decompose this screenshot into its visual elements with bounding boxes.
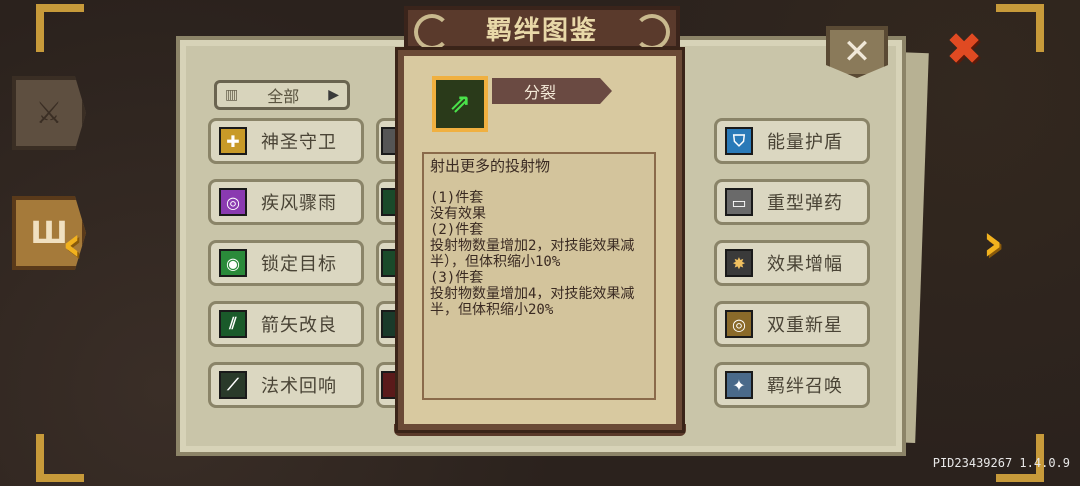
- arrows-icon: ⫽: [219, 310, 247, 338]
- bond-item[interactable]: ⛉ 能量护盾: [714, 118, 870, 164]
- skill-details: (1)件套 没有效果 (2)件套 投射物数量增加2，对技能效果减半），但体积缩小…: [430, 190, 635, 318]
- bond-item[interactable]: ⫽ 箭矢改良: [208, 301, 364, 347]
- target-icon: ◉: [219, 249, 247, 277]
- shield-icon: ✚: [219, 127, 247, 155]
- bond-item[interactable]: ◎ 双重新星: [714, 301, 870, 347]
- frame-corner: [36, 4, 84, 52]
- bond-label: 效果增幅: [767, 254, 843, 275]
- ammo-icon: ▭: [725, 188, 753, 216]
- bond-item[interactable]: ◉ 锁定目标: [208, 240, 364, 286]
- nova-icon: ◎: [725, 310, 753, 338]
- energy-shield-icon: ⛉: [725, 127, 753, 155]
- bond-label: 箭矢改良: [261, 315, 337, 336]
- tab-equipment[interactable]: ⚔: [12, 76, 86, 150]
- scroll-ornament-icon: [414, 14, 450, 50]
- summon-icon: ✦: [725, 371, 753, 399]
- bond-item[interactable]: ✸ 效果增幅: [714, 240, 870, 286]
- filter-label: 全部: [267, 87, 300, 106]
- bond-label: 双重新星: [767, 315, 843, 336]
- split-arrows-icon: ⇗: [432, 76, 488, 132]
- scroll-ornament-icon: [634, 14, 670, 50]
- sword-icon: ⚔: [35, 95, 63, 131]
- page-title: 羁绊图鉴: [485, 15, 598, 46]
- frame-corner: [996, 4, 1044, 52]
- chevron-left-icon[interactable]: ‹: [62, 220, 96, 268]
- skill-summary: 射出更多的投射物: [430, 157, 551, 175]
- bond-label: 重型弹药: [767, 193, 843, 214]
- bond-label: 羁绊召唤: [767, 376, 843, 397]
- bond-item[interactable]: ⟋ 法术回响: [208, 362, 364, 408]
- bond-label: 神圣守卫: [261, 132, 337, 153]
- staff-icon: ⟋: [219, 371, 247, 399]
- bond-item[interactable]: ▭ 重型弹药: [714, 179, 870, 225]
- filter-dropdown[interactable]: ▥ 全部 ▶: [214, 80, 350, 110]
- triangle-right-icon: ▶: [328, 87, 339, 103]
- tornado-icon: ◎: [219, 188, 247, 216]
- bond-label: 疾风骤雨: [261, 193, 337, 214]
- frame-corner: [36, 434, 84, 482]
- bond-item[interactable]: ◎ 疾风骤雨: [208, 179, 364, 225]
- skill-name: 分裂: [524, 83, 557, 102]
- amplify-icon: ✸: [725, 249, 753, 277]
- bond-item[interactable]: ✚ 神圣守卫: [208, 118, 364, 164]
- book-icon: ▥: [225, 87, 239, 103]
- skill-description: 射出更多的投射物 (1)件套 没有效果 (2)件套 投射物数量增加2，对技能效果减…: [422, 152, 656, 400]
- close-icon: ✕: [842, 32, 872, 72]
- bond-label: 锁定目标: [261, 254, 337, 275]
- close-button[interactable]: ✖: [944, 28, 984, 72]
- skill-name-tag: 分裂: [492, 78, 612, 104]
- bond-label: 能量护盾: [767, 132, 843, 153]
- bond-label: 法术回响: [261, 376, 337, 397]
- chevron-right-icon[interactable]: ›: [982, 217, 1022, 269]
- bond-item[interactable]: ✦ 羁绊召唤: [714, 362, 870, 408]
- title-banner: 羁绊图鉴: [404, 6, 680, 50]
- version-label: PID23439267 1.4.0.9: [932, 456, 1070, 470]
